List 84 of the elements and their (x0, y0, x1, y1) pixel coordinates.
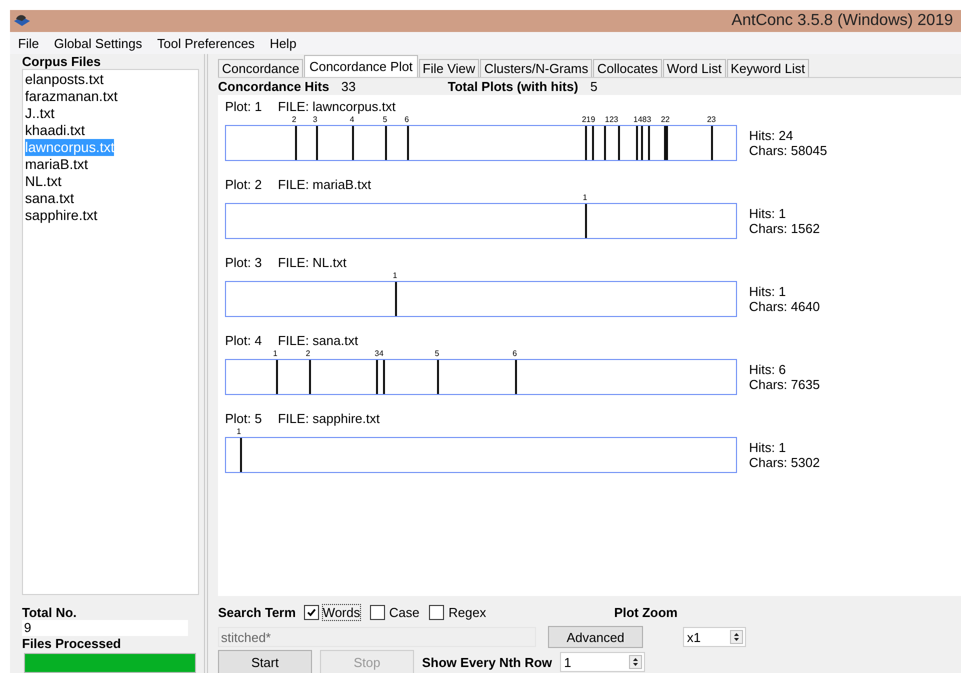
chars-text: Chars: 58045 (749, 142, 828, 158)
checkbox[interactable] (429, 604, 444, 620)
plot-number: Plot: 5 (225, 410, 262, 427)
advanced-button[interactable]: Advanced (548, 626, 643, 648)
corpus-file-name[interactable]: elanposts.txt (25, 71, 104, 88)
corpus-file-name[interactable]: NL.txt (25, 173, 62, 190)
nth-row-spinner[interactable]: 1 (560, 652, 646, 672)
plot-number: Plot: 2 (225, 176, 262, 193)
hits-text: Hits: 24 (749, 128, 794, 143)
menu-item[interactable]: Help (270, 36, 296, 50)
field-label: Total No. (22, 605, 78, 620)
hit-number: 5 (382, 114, 388, 125)
hits-text: Hits: 1 (749, 440, 787, 455)
hit-number: 4 (350, 114, 354, 125)
total-field: 9 (22, 620, 188, 636)
tab[interactable]: Collocates (593, 59, 662, 77)
corpus-file-name[interactable]: mariaB.txt (25, 156, 88, 173)
hit-number: 219 (582, 114, 596, 125)
hit-number: 1 (272, 348, 278, 359)
menu-item[interactable]: File (18, 36, 39, 50)
search-term-label: Search Term (218, 604, 296, 620)
plot-file-name: FILE: NL.txt (278, 254, 346, 271)
hit-number: 1 (582, 192, 588, 203)
chars-text: Chars: 7635 (749, 376, 820, 392)
tab[interactable]: File View (418, 59, 480, 77)
plots-label: Total Plots (with hits) (448, 78, 578, 94)
hit-number: 6 (404, 114, 409, 125)
corpus-file-name[interactable]: sana.txt (25, 190, 74, 207)
plot-file-name: FILE: mariaB.txt (278, 176, 372, 193)
plot-file-name: FILE: lawncorpus.txt (278, 98, 396, 115)
hit-number: 1 (392, 270, 398, 281)
chars-text: Chars: 5302 (749, 454, 820, 470)
hit-number: 1483 (633, 114, 652, 125)
chars-text: Chars: 1562 (749, 220, 820, 236)
field-label: Files Processed (22, 636, 122, 652)
plots-count: 5 (590, 78, 598, 94)
checkbox-label[interactable]: Case (389, 604, 420, 620)
tab[interactable]: Concordance Plot (304, 55, 418, 77)
plot-file-name: FILE: sana.txt (278, 332, 358, 349)
checkbox-label[interactable]: Regex (448, 604, 486, 620)
menu-item[interactable]: Tool Preferences (157, 36, 255, 50)
corpus-file-name[interactable]: J..txt (25, 105, 55, 122)
hit-number: 22 (660, 114, 670, 125)
panel-heading: Corpus Files (22, 54, 102, 69)
app-icon (12, 13, 32, 29)
hit-number: 3 (312, 114, 318, 125)
checkbox-label[interactable]: Words (322, 604, 360, 620)
window-title: AntConc 3.5.8 (Windows) 2019 (732, 12, 953, 30)
hits-label: Concordance Hits (218, 78, 330, 94)
hits-text: Hits: 1 (749, 284, 787, 299)
menu-item[interactable]: Global Settings (54, 36, 142, 50)
hits-text: Hits: 6 (749, 362, 787, 377)
corpus-file-name[interactable]: sapphire.txt (25, 207, 98, 224)
hit-number: 5 (434, 348, 440, 359)
tab[interactable]: Clusters/N-Grams (480, 59, 592, 77)
spinner-arrows-icon[interactable] (629, 655, 642, 669)
hit-number: 23 (706, 114, 716, 125)
hit-number: 34 (374, 348, 384, 359)
start-button[interactable]: Start (218, 650, 312, 673)
tab[interactable]: Concordance (218, 59, 304, 77)
plot-number: Plot: 1 (225, 98, 262, 115)
hit-number: 2 (292, 114, 296, 125)
chars-text: Chars: 4640 (749, 298, 820, 314)
zoom-spinner[interactable]: x1 (683, 627, 746, 647)
corpus-file-name[interactable]: farazmanan.txt (25, 88, 118, 105)
check-icon (306, 606, 317, 618)
hits-count: 33 (341, 78, 356, 94)
search-field[interactable]: stitched* (218, 627, 536, 647)
corpus-file-name[interactable]: khaadi.txt (25, 122, 85, 139)
hit-number: 123 (604, 114, 618, 125)
spinner-arrows-icon[interactable] (730, 630, 743, 644)
plot-zoom-label: Plot Zoom (614, 604, 678, 620)
plot-number: Plot: 4 (225, 332, 262, 349)
tab[interactable]: Word List (662, 59, 726, 77)
checkbox[interactable] (370, 604, 386, 620)
plot-file-name: FILE: sapphire.txt (278, 410, 380, 427)
hit-number: 2 (306, 348, 310, 359)
hits-text: Hits: 1 (749, 206, 787, 221)
checkbox[interactable] (304, 604, 319, 620)
tab[interactable]: Keyword List (726, 59, 809, 77)
hit-number: 6 (512, 348, 517, 359)
nth-row-label: Show Every Nth Row (422, 654, 552, 670)
hit-number: 1 (236, 426, 242, 437)
plot-number: Plot: 3 (225, 254, 262, 271)
